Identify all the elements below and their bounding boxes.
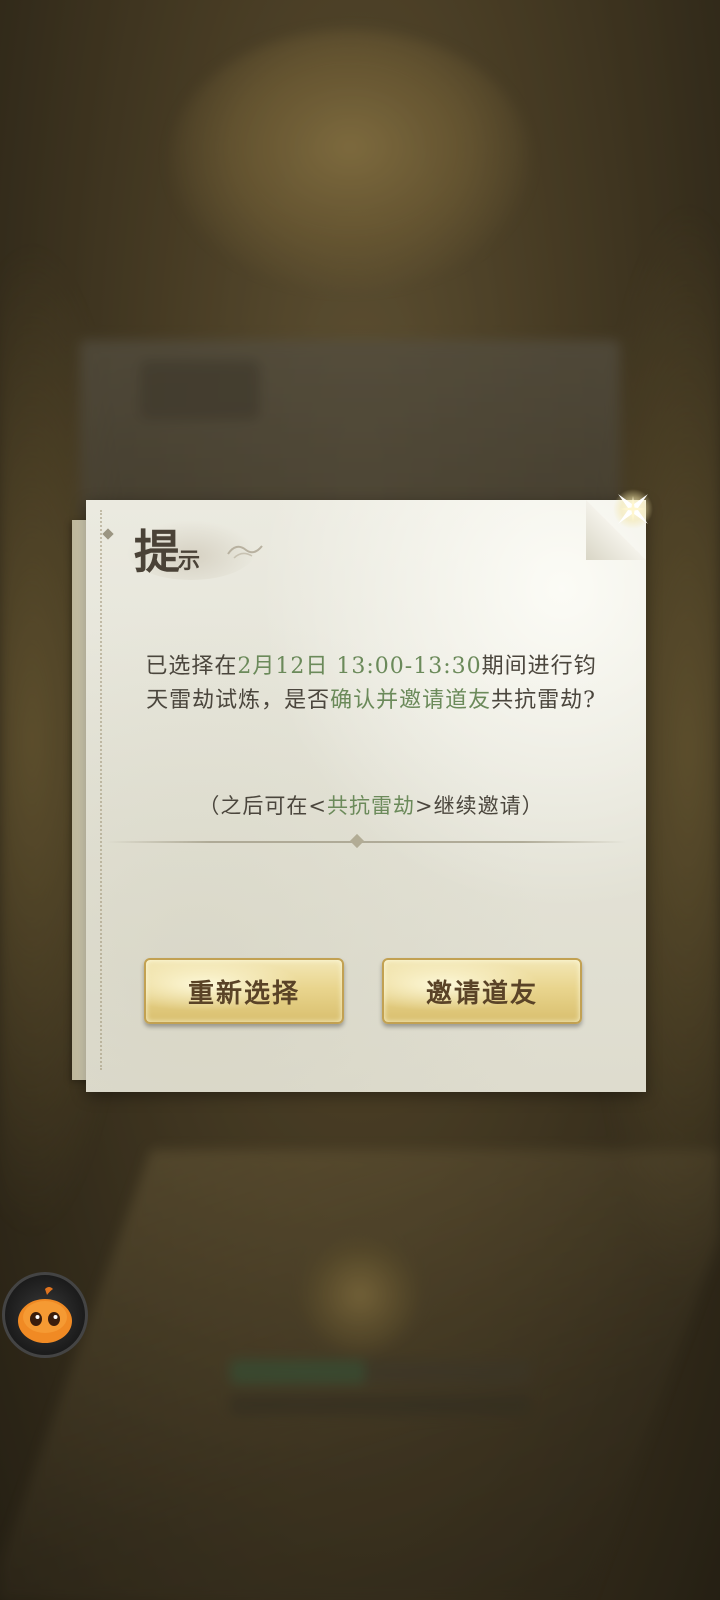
- close-button[interactable]: [608, 484, 658, 534]
- message-text-part1: 已选择在: [145, 654, 238, 679]
- prompt-dialog: 提示 已选择在2月12日 13:00-13:30期间进行钧天雷劫试炼，是否确认并…: [72, 489, 653, 1092]
- cloud-swirl-icon: [227, 545, 263, 559]
- sparkle-close-icon: [613, 489, 653, 529]
- dialog-stitch-line: [100, 510, 106, 1070]
- note-suffix: >继续邀请）: [415, 794, 544, 818]
- dialog-title-sub: 示: [178, 548, 201, 574]
- message-date-time: 2月12日 13:00-13:30: [237, 654, 482, 679]
- message-highlight-action: 确认并邀请道友: [330, 688, 492, 713]
- divider-diamond-ornament: [349, 833, 365, 849]
- dialog-title-main: 提: [134, 525, 180, 579]
- dialog-paper: 提示 已选择在2月12日 13:00-13:30期间进行钧天雷劫试炼，是否确认并…: [86, 500, 646, 1092]
- reselect-button[interactable]: 重新选择: [144, 958, 344, 1024]
- note-prefix: （之后可在<: [198, 794, 327, 818]
- dialog-divider: [106, 841, 626, 843]
- orange-mascot-icon: [18, 1287, 72, 1343]
- dialog-title: 提示: [134, 516, 200, 582]
- invite-friend-button[interactable]: 邀请道友: [382, 958, 582, 1024]
- message-text-part3: 共抗雷劫?: [491, 688, 596, 713]
- dialog-note: （之后可在<共抗雷劫>继续邀请）: [126, 790, 616, 820]
- floating-assistant-button[interactable]: [2, 1272, 88, 1358]
- dialog-message: 已选择在2月12日 13:00-13:30期间进行钧天雷劫试炼，是否确认并邀请道…: [136, 650, 606, 718]
- note-highlight: 共抗雷劫: [327, 794, 415, 818]
